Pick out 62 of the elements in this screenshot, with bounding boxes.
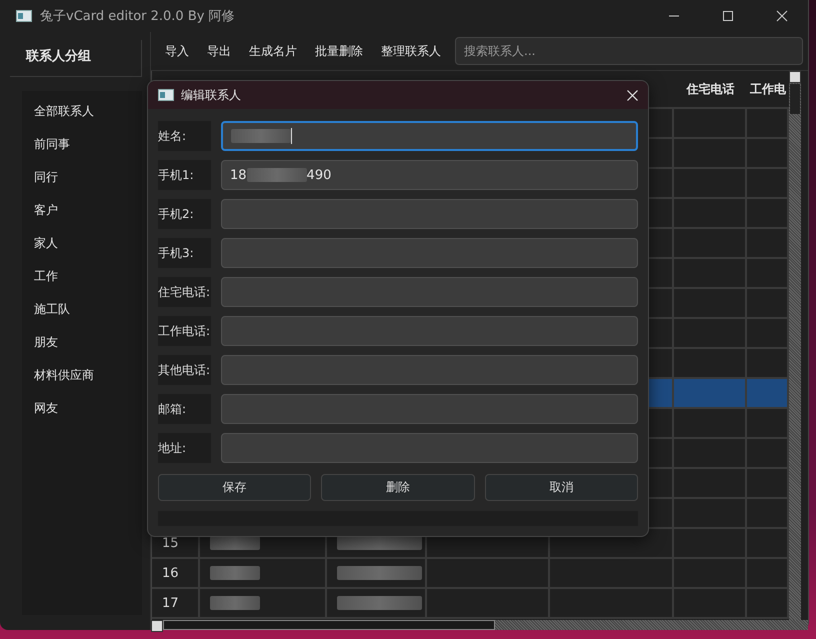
sidebar-title: 联系人分组 [10, 40, 142, 77]
field-label: 手机1: [158, 160, 211, 190]
toolbar-button[interactable]: 生成名片 [241, 38, 305, 64]
group-item[interactable]: 同行 [22, 161, 142, 194]
column-header[interactable]: 工作电 [750, 80, 786, 98]
scroll-up-icon[interactable] [789, 71, 801, 83]
blurred-text [210, 536, 260, 550]
close-icon[interactable] [776, 10, 788, 22]
blurred-text [210, 566, 260, 580]
row-number: 17 [162, 596, 179, 610]
field-label: 手机2: [158, 199, 211, 229]
app-icon [158, 89, 174, 101]
group-item[interactable]: 朋友 [22, 326, 142, 359]
group-item[interactable]: 全部联系人 [22, 95, 142, 128]
blurred-text [231, 129, 291, 143]
group-item[interactable]: 客户 [22, 194, 142, 227]
close-icon[interactable] [627, 90, 638, 100]
field-label: 工作电话: [158, 316, 211, 346]
scroll-left-icon[interactable] [151, 620, 163, 632]
group-item[interactable]: 施工队 [22, 293, 142, 326]
input-field[interactable] [221, 199, 638, 229]
input-field[interactable] [221, 394, 638, 424]
field-label: 地址: [158, 433, 211, 463]
scroll-thumb[interactable] [790, 84, 800, 114]
group-item[interactable]: 前同事 [22, 128, 142, 161]
horizontal-scrollbar[interactable] [151, 620, 808, 630]
input-field[interactable] [221, 238, 638, 268]
field-label: 其他电话: [158, 355, 211, 385]
toolbar-button[interactable]: 批量删除 [307, 38, 371, 64]
group-item[interactable]: 网友 [22, 392, 142, 425]
dialog-title: 编辑联系人 [181, 86, 241, 104]
dialog-button[interactable]: 保存 [158, 474, 312, 501]
toolbar-button[interactable]: 整理联系人 [373, 38, 449, 64]
search-field[interactable]: 搜索联系人... [455, 37, 803, 65]
input-field[interactable] [221, 355, 638, 385]
blurred-text [210, 596, 260, 610]
group-item[interactable]: 材料供应商 [22, 359, 142, 392]
group-item[interactable]: 工作 [22, 260, 142, 293]
input-field[interactable] [221, 316, 638, 346]
input-field[interactable]: 18 490 [221, 160, 638, 190]
window-title: 兔子vCard editor 2.0.0 By 阿修 [40, 8, 235, 25]
maximize-icon[interactable] [722, 10, 734, 22]
vertical-scrollbar[interactable] [789, 71, 801, 620]
input-field[interactable] [221, 121, 638, 151]
scroll-thumb[interactable] [163, 620, 495, 630]
row-number: 16 [162, 566, 179, 580]
table-row[interactable]: 16 [152, 559, 789, 589]
field-label: 住宅电话: [158, 277, 211, 307]
dialog-button[interactable]: 取消 [484, 474, 638, 501]
dialog-button[interactable]: 删除 [321, 474, 475, 501]
column-header[interactable]: 住宅电话 [686, 80, 734, 98]
row-number: 15 [162, 536, 179, 550]
field-label: 手机3: [158, 238, 211, 268]
input-field[interactable] [221, 277, 638, 307]
group-item[interactable]: 家人 [22, 227, 142, 260]
blurred-text [246, 168, 307, 182]
toolbar-button[interactable]: 导出 [199, 38, 239, 64]
input-field[interactable] [221, 433, 638, 463]
toolbar-button[interactable]: 导入 [157, 38, 197, 64]
app-icon [16, 10, 32, 22]
field-label: 姓名: [158, 121, 211, 151]
field-label: 邮箱: [158, 394, 211, 424]
